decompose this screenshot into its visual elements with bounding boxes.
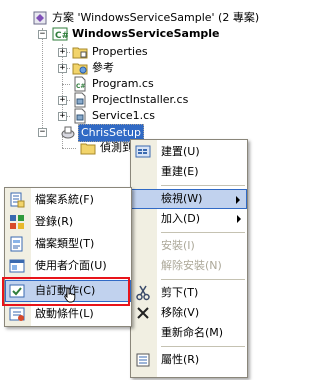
tree-row-solution[interactable]: 方案 'WindowsServiceSample' (2 專案): [32, 10, 259, 26]
menu-item-label: 檢視(W): [161, 192, 203, 205]
menu-separator: [161, 232, 245, 233]
launch-conditions-editor-icon: [9, 307, 25, 321]
references-icon: [72, 63, 88, 75]
menu-item-uninstall[interactable]: 解除安裝(N): [131, 256, 247, 276]
project-collapse-toggle[interactable]: −: [38, 30, 47, 39]
menu-item-label: 屬性(R): [161, 353, 200, 366]
menu-item-label: 重新命名(M): [161, 326, 224, 339]
file-types-editor-icon: [10, 236, 23, 252]
svg-text:C#: C#: [55, 31, 68, 41]
tree-item-label: 參考: [92, 61, 114, 74]
service1-expand-toggle[interactable]: +: [58, 112, 67, 121]
annotation-highlight-box: [2, 277, 130, 306]
build-icon: [135, 145, 151, 158]
menu-item-build[interactable]: 建置(U): [131, 142, 247, 162]
submenu-item-launch-conditions[interactable]: 啟動條件(L): [5, 304, 131, 324]
menu-item-label: 安裝(I): [161, 239, 195, 252]
component-file-icon: [74, 92, 86, 108]
solution-explorer-tree: 方案 'WindowsServiceSample' (2 專案) − C# Wi…: [0, 0, 259, 160]
tree-row-program-cs[interactable]: C# Program.cs: [72, 76, 252, 92]
svg-text:C#: C#: [76, 83, 85, 90]
menu-item-install[interactable]: 安裝(I): [131, 236, 247, 256]
menu-item-add[interactable]: 加入(D): [131, 209, 247, 229]
setup-collapse-toggle[interactable]: −: [38, 128, 47, 137]
menu-item-remove[interactable]: 移除(V): [131, 303, 247, 323]
folder-properties-icon: [72, 47, 88, 59]
tree-item-label: ProjectInstaller.cs: [92, 93, 189, 106]
menu-separator: [161, 346, 245, 347]
tree-line: [62, 148, 76, 149]
user-interface-editor-icon: [9, 259, 25, 273]
submenu-item-file-system[interactable]: 檔案系統(F): [5, 190, 131, 210]
menu-item-properties[interactable]: 屬性(R): [131, 350, 247, 370]
project-label: WindowsServiceSample: [72, 27, 220, 40]
menu-item-label: 解除安裝(N): [161, 259, 222, 272]
references-expand-toggle[interactable]: +: [58, 64, 67, 73]
tree-row-projectinstaller[interactable]: ProjectInstaller.cs: [72, 92, 252, 108]
component-file-icon: [74, 108, 86, 124]
submenu-item-registry[interactable]: 登錄(R): [5, 212, 131, 232]
view-submenu: 檔案系統(F) 登錄(R) 檔案類型(T) 使用者介面(U) 自訂動作(C) 啟…: [4, 187, 132, 327]
tree-row-service1[interactable]: Service1.cs: [72, 108, 252, 124]
properties-expand-toggle[interactable]: +: [58, 48, 67, 57]
submenu-arrow-icon: [237, 215, 241, 223]
csharp-project-icon: C#: [52, 27, 68, 41]
file-system-editor-icon: [10, 192, 25, 208]
menu-item-label: 加入(D): [161, 212, 201, 225]
menu-item-label: 重建(E): [161, 165, 199, 178]
tree-item-label: Program.cs: [92, 77, 154, 90]
projectinstaller-expand-toggle[interactable]: +: [58, 96, 67, 105]
folder-icon: [80, 143, 96, 155]
menu-item-label: 檔案類型(T): [35, 237, 95, 250]
menu-item-label: 啟動條件(L): [35, 307, 94, 320]
menu-item-label: 移除(V): [161, 306, 200, 319]
menu-item-rename[interactable]: 重新命名(M): [131, 323, 247, 343]
solution-label: 方案 'WindowsServiceSample' (2 專案): [52, 11, 260, 24]
tree-row-references[interactable]: 參考: [72, 60, 252, 76]
menu-item-rebuild[interactable]: 重建(E): [131, 162, 247, 182]
menu-item-label: 建置(U): [161, 145, 200, 158]
project-context-menu: 建置(U) 重建(E) 檢視(W) 加入(D) 安裝(I) 解除安裝(N) 剪下…: [130, 139, 248, 378]
menu-item-cut[interactable]: 剪下(T): [131, 283, 247, 303]
menu-item-label: 剪下(T): [161, 286, 199, 299]
tree-row-setup-project[interactable]: ChrisSetup: [60, 124, 180, 142]
menu-item-label: 檔案系統(F): [35, 193, 94, 206]
menu-separator: [161, 279, 245, 280]
tree-row-properties[interactable]: Properties: [72, 44, 252, 60]
setup-project-icon: [61, 126, 75, 139]
solution-icon: [33, 11, 47, 25]
cut-icon: [136, 285, 150, 301]
tree-line: [62, 84, 70, 85]
tree-line: [42, 28, 43, 132]
menu-item-label: 使用者介面(U): [35, 259, 107, 272]
tree-item-label: 偵測到: [100, 141, 133, 154]
properties-icon: [136, 353, 150, 367]
delete-icon: [137, 307, 149, 319]
submenu-item-user-interface[interactable]: 使用者介面(U): [5, 256, 131, 276]
tree-item-label: Properties: [92, 45, 148, 58]
tree-row-project[interactable]: C# WindowsServiceSample: [52, 26, 255, 42]
submenu-item-file-types[interactable]: 檔案類型(T): [5, 234, 131, 254]
menu-item-label: 登錄(R): [35, 215, 74, 228]
submenu-arrow-icon: [236, 196, 240, 204]
registry-editor-icon: [10, 215, 24, 229]
menu-item-view[interactable]: 檢視(W): [131, 189, 247, 209]
menu-separator: [161, 185, 245, 186]
tree-item-label: Service1.cs: [92, 109, 155, 122]
csharp-file-icon: C#: [74, 76, 86, 92]
